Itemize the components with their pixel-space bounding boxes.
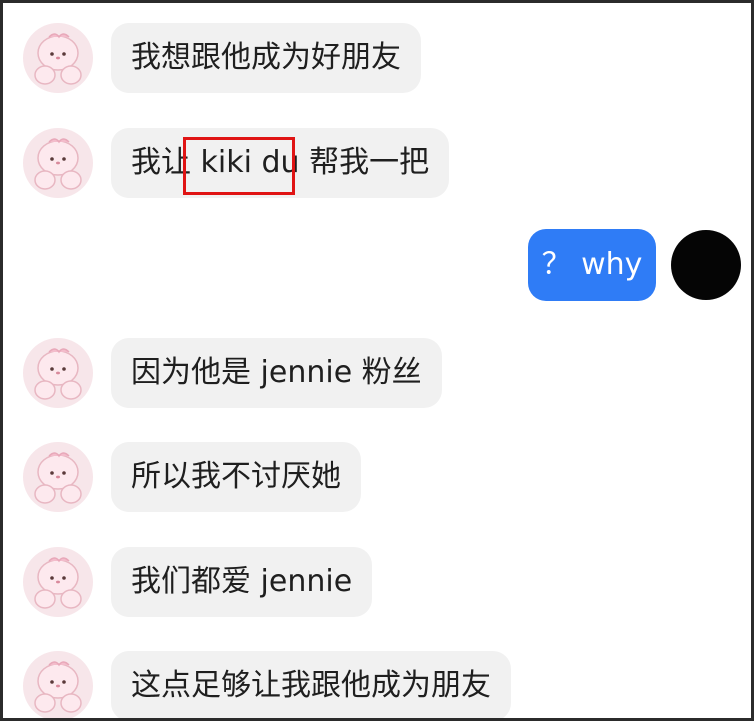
message-text: 我想跟他成为好朋友	[131, 40, 401, 75]
contact-avatar-icon[interactable]	[23, 128, 93, 198]
message-text: ？ why	[541, 247, 643, 282]
message-bubble[interactable]: 我想跟他成为好朋友	[111, 23, 421, 93]
contact-avatar-icon[interactable]	[23, 23, 93, 93]
contact-avatar-icon[interactable]	[23, 338, 93, 408]
contact-avatar-icon[interactable]	[23, 547, 93, 617]
message-bubble[interactable]: 因为他是 jennie 粉丝	[111, 338, 442, 408]
sent-message-bubble[interactable]: ？ why	[528, 229, 656, 301]
contact-avatar-icon[interactable]	[23, 442, 93, 512]
message-bubble[interactable]: 我们都爱 jennie	[111, 547, 373, 617]
message-bubble[interactable]: 这点足够让我跟他成为朋友	[111, 651, 511, 718]
message-text: 所以我不讨厌她	[131, 459, 341, 494]
message-text: 我们都爱 jennie	[131, 564, 353, 599]
message-text: 因为他是 jennie 粉丝	[131, 355, 422, 390]
red-highlight-box	[183, 137, 295, 195]
own-avatar-icon[interactable]	[671, 230, 741, 300]
message-bubble[interactable]: 所以我不讨厌她	[111, 442, 361, 512]
message-text: 这点足够让我跟他成为朋友	[131, 668, 491, 703]
message-text: 帮我一把	[299, 145, 430, 180]
contact-avatar-icon[interactable]	[23, 651, 93, 718]
chat-screenshot: 我想跟他成为好朋友 我让 kiki du 帮我一把 ？ why 因为他是 jen…	[0, 0, 754, 721]
